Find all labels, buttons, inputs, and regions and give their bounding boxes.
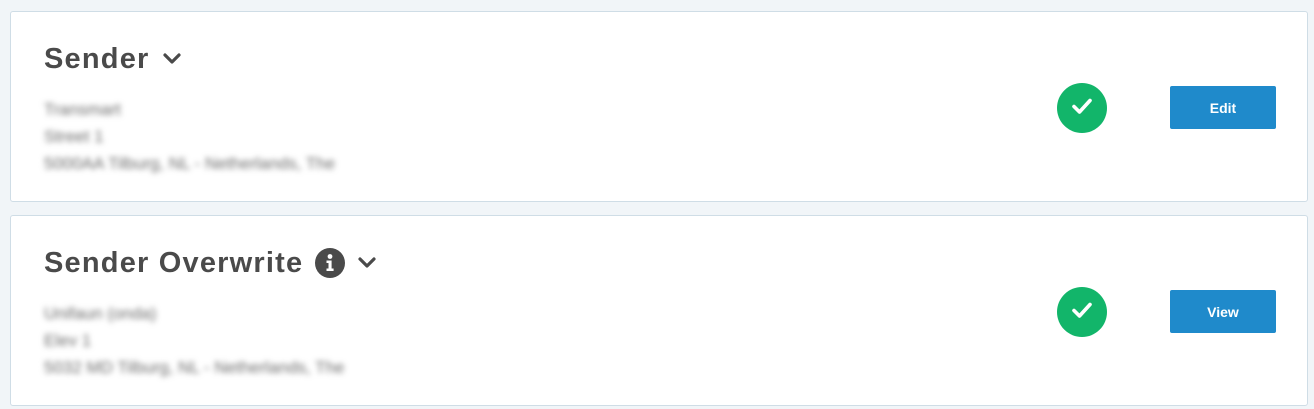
chevron-down-icon[interactable] (357, 253, 377, 273)
chevron-down-icon[interactable] (162, 49, 182, 69)
view-button[interactable]: View (1170, 290, 1276, 333)
sender-status-badge (1057, 83, 1107, 133)
sender-overwrite-status-badge (1057, 287, 1107, 337)
sender-card: Sender Transmart Street 1 5000AA Tilburg… (10, 11, 1308, 202)
address-line-3: 5000AA Tilburg, NL - Netherlands, The (44, 154, 336, 173)
check-icon (1071, 301, 1093, 324)
sender-overwrite-address: Unifaun (onda) Elev 1 5032 MD Tilburg, N… (44, 300, 344, 381)
edit-button[interactable]: Edit (1170, 86, 1276, 129)
address-line-1: Transmart (44, 100, 121, 119)
address-line-2: Elev 1 (44, 331, 92, 350)
sender-overwrite-title: Sender Overwrite (44, 247, 304, 279)
address-line-2: Street 1 (44, 127, 104, 146)
address-line-3: 5032 MD Tilburg, NL - Netherlands, The (44, 358, 345, 377)
sender-title: Sender (44, 43, 150, 75)
sender-overwrite-header[interactable]: Sender Overwrite (44, 246, 377, 280)
info-icon[interactable] (315, 248, 346, 278)
sender-overwrite-card: Sender Overwrite Unifaun (onda) Elev 1 5… (10, 215, 1308, 406)
check-icon (1071, 97, 1093, 120)
address-line-1: Unifaun (onda) (44, 304, 157, 323)
sender-address: Transmart Street 1 5000AA Tilburg, NL - … (44, 96, 335, 177)
sender-header[interactable]: Sender (44, 42, 182, 76)
